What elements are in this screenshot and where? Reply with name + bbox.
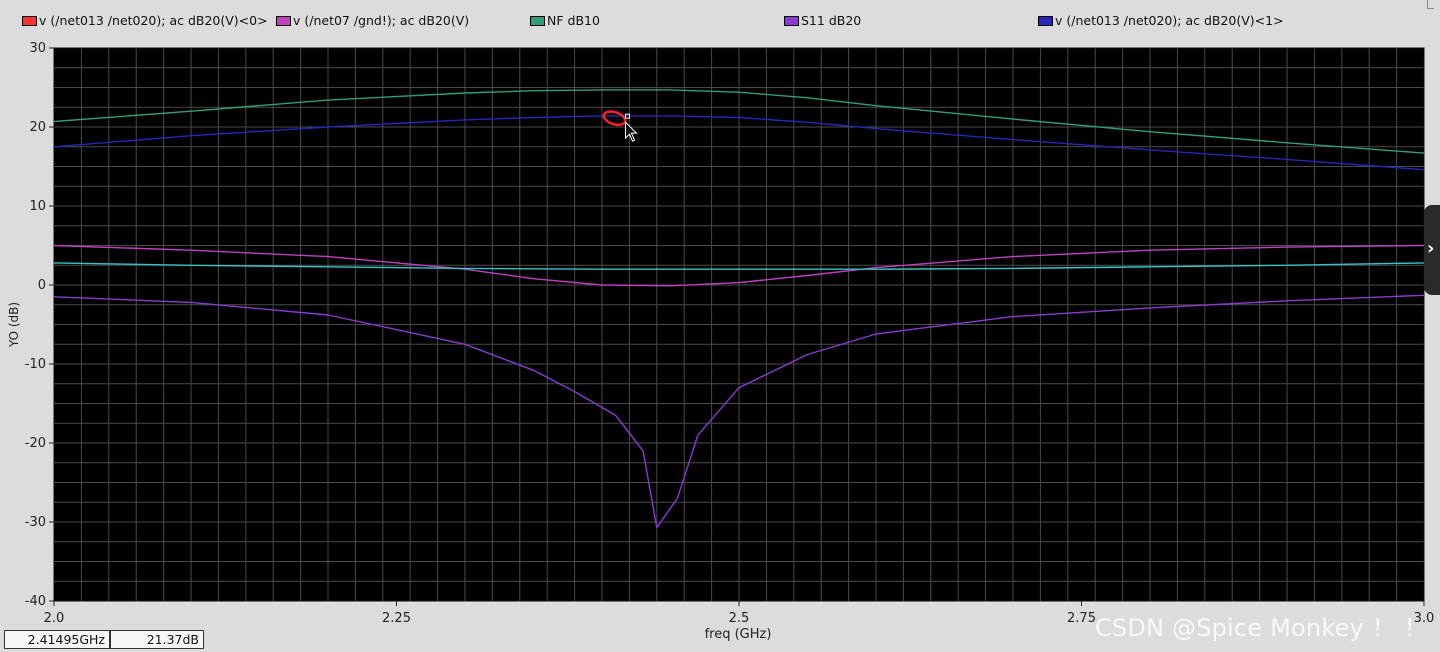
legend-label: v (/net07 /gnd!); ac dB20(V) (293, 13, 470, 28)
legend-swatch (530, 15, 545, 26)
legend-label: NF dB10 (547, 13, 600, 28)
x-axis-label: freq (GHz) (705, 627, 772, 642)
legend-item[interactable]: v (/net07 /gnd!); ac dB20(V) (276, 13, 469, 29)
waveform-plot[interactable]: 3020100-10-20-30-402.0 2.25 2.5 2.75 3.0 YO … (0, 40, 1440, 652)
legend-item[interactable]: v (/net013 /net020); ac dB20(V)<0> (22, 13, 268, 29)
legend-item[interactable]: NF dB10 (530, 13, 600, 29)
y-tick-label: -40 (25, 594, 46, 609)
legend-label: S11 dB20 (801, 13, 862, 28)
y-tick-label: -10 (25, 357, 46, 372)
x-tick-label: 2.5 (729, 611, 750, 626)
legend-swatch (276, 15, 291, 26)
legend-swatch (22, 15, 37, 26)
readout-value: 21.37dB (110, 630, 204, 649)
x-tick-label: 2.25 (382, 611, 411, 626)
legend-label: v (/net013 /net020); ac dB20(V)<1> (1055, 13, 1284, 28)
y-tick-label: 10 (29, 199, 46, 214)
y-tick-label: 30 (29, 41, 46, 56)
legend-bar: v (/net013 /net020); ac dB20(V)<0> v (/n… (0, 0, 1440, 40)
x-tick-label: 2.75 (1067, 611, 1096, 626)
y-tick-label: 0 (38, 278, 46, 293)
x-tick-label: 2.0 (44, 611, 65, 626)
y-tick-label: -30 (25, 515, 46, 530)
legend-item[interactable]: S11 dB20 (784, 13, 861, 29)
watermark: CSDN @Spice Monkey ！ ！ (1094, 614, 1428, 642)
window-corner-mark (1427, 0, 1434, 9)
legend-item[interactable]: v (/net013 /net020); ac dB20(V)<1> (1038, 13, 1284, 29)
readout-frequency: 2.41495GHz (4, 630, 110, 649)
legend-label: v (/net013 /net020); ac dB20(V)<0> (39, 13, 268, 28)
y-tick-label: 20 (29, 120, 46, 135)
legend-swatch (784, 15, 799, 26)
chevron-right-icon: › (1427, 238, 1435, 259)
legend-swatch (1038, 15, 1053, 26)
y-tick-label: -20 (25, 436, 46, 451)
y-axis-label: YO (dB) (7, 302, 21, 348)
side-panel-toggle[interactable]: › (1424, 205, 1440, 295)
